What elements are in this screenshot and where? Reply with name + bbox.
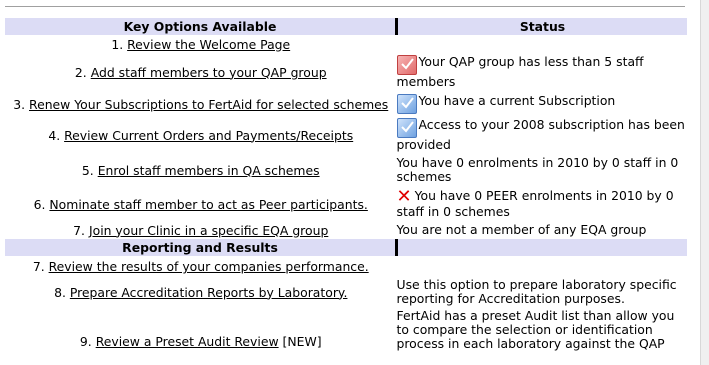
renew-subscriptions-link[interactable]: Renew Your Subscriptions to FertAid for … <box>29 97 388 112</box>
options-header: Key Options Available <box>5 18 397 35</box>
scrollbar[interactable] <box>700 0 709 365</box>
option-number: 8. <box>54 284 66 300</box>
accreditation-reports-link[interactable]: Prepare Accreditation Reports by Laborat… <box>70 285 348 300</box>
new-badge: [NEW] <box>282 334 322 349</box>
option-number: 7. <box>32 259 45 274</box>
blue-check-icon <box>396 118 417 138</box>
option-number: 9. <box>79 334 92 349</box>
option-number: 1. <box>111 36 124 52</box>
option-row-6: 6. Nominate staff member to act as Peer … <box>5 187 687 221</box>
preset-audit-link[interactable]: Review a Preset Audit Review <box>96 334 279 349</box>
reporting-title: Reporting and Results <box>5 239 397 256</box>
option-status: You have 0 enrolments in 2010 by 0 staff… <box>396 155 679 184</box>
option-row-5: 5. Enrol staff members in QA schemes You… <box>5 153 687 187</box>
add-staff-link[interactable]: Add staff members to your QAP group <box>91 65 327 80</box>
option-number: 7. <box>73 222 85 238</box>
enrol-staff-link[interactable]: Enrol staff members in QA schemes <box>98 163 320 178</box>
option-status: You have a current Subscription <box>418 93 616 108</box>
options-table: Key Options Available Status 1. Review t… <box>5 18 687 353</box>
option-status: Use this option to prepare laboratory sp… <box>396 277 677 306</box>
review-results-link[interactable]: Review the results of your companies per… <box>49 259 369 274</box>
review-orders-link[interactable]: Review Current Orders and Payments/Recei… <box>64 128 353 143</box>
option-number: 5. <box>81 162 94 178</box>
section-header: Reporting and Results <box>5 239 687 256</box>
option-row-3: 3. Renew Your Subscriptions to FertAid f… <box>5 91 687 117</box>
red-check-icon <box>396 55 417 75</box>
option-number: 2. <box>74 64 87 80</box>
option-status: FertAid has a preset Audit list than all… <box>396 308 675 351</box>
report-row-7: 7. Review the results of your companies … <box>5 256 687 277</box>
option-status: Your QAP group has less than 5 staff mem… <box>396 54 644 89</box>
nominate-peer-link[interactable]: Nominate staff member to act as Peer par… <box>49 197 367 212</box>
option-number: 6. <box>33 196 46 212</box>
report-row-9: 9. Review a Preset Audit Review [NEW] Fe… <box>5 307 687 353</box>
option-row-7: 7. Join your Clinic in a specific EQA gr… <box>5 221 687 239</box>
status-header: Status <box>395 18 687 35</box>
report-row-8: 8. Prepare Accreditation Reports by Labo… <box>5 277 687 307</box>
option-number: 4. <box>48 127 61 143</box>
table-header: Key Options Available Status <box>5 18 687 35</box>
join-eqa-link[interactable]: Join your Clinic in a specific EQA group <box>89 223 328 238</box>
blue-check-icon <box>396 94 417 114</box>
option-row-2: 2. Add staff members to your QAP group Y… <box>5 53 687 91</box>
option-status: Access to your 2008 subscription has bee… <box>396 117 685 152</box>
review-welcome-link[interactable]: Review the Welcome Page <box>127 37 290 52</box>
option-row-1: 1. Review the Welcome Page <box>5 35 687 53</box>
option-status: You are not a member of any EQA group <box>396 222 647 237</box>
option-number: 3. <box>13 96 26 112</box>
option-status: You have 0 PEER enrolments in 2010 by 0 … <box>396 188 674 219</box>
option-row-4: 4. Review Current Orders and Payments/Re… <box>5 117 687 153</box>
top-divider <box>5 6 685 7</box>
